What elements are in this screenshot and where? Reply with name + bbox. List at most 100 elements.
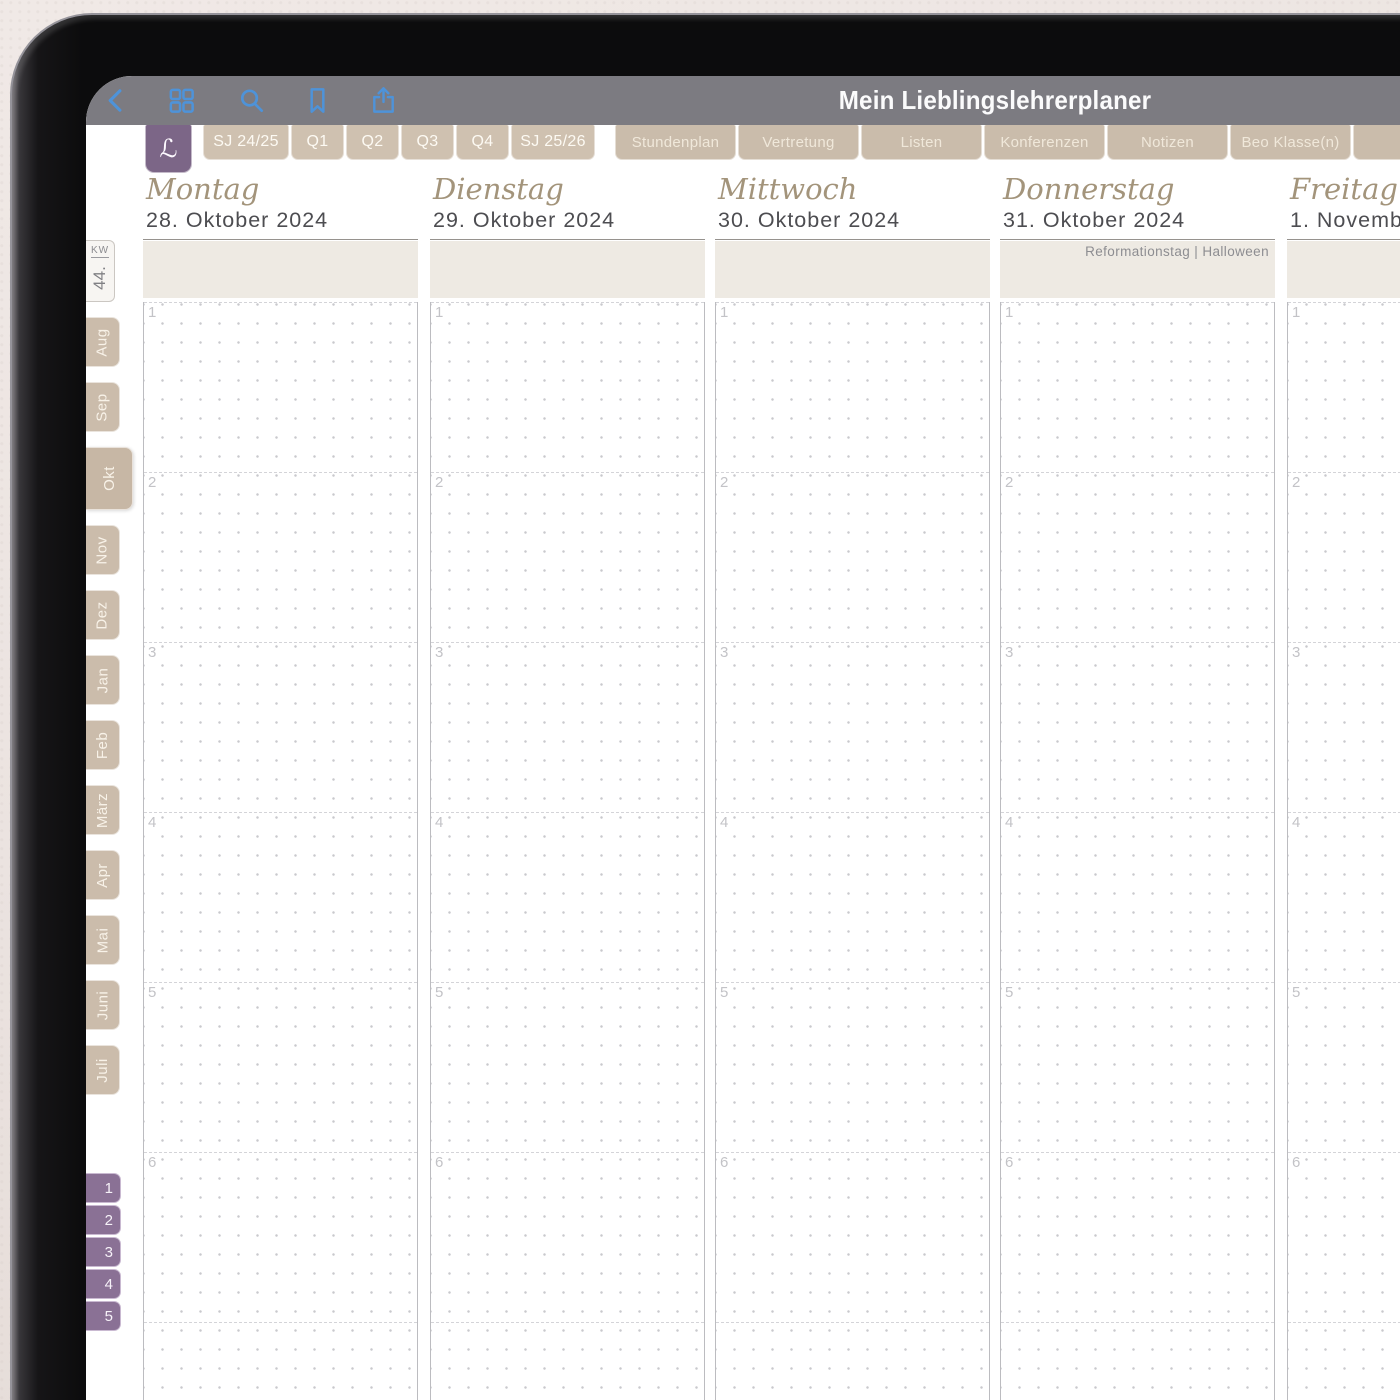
period-section[interactable]: 5 [144, 982, 417, 1152]
period-section[interactable] [1288, 1322, 1400, 1400]
tab-stundenplan[interactable]: Stundenplan [615, 125, 736, 160]
period-section[interactable]: 5 [1001, 982, 1274, 1152]
period-section[interactable]: 2 [431, 472, 704, 642]
lesson-tab-rail: 1 2 3 4 5 [86, 1173, 121, 1331]
period-section[interactable]: 2 [1001, 472, 1274, 642]
period-section[interactable]: 2 [716, 472, 989, 642]
month-tab-juni[interactable]: Juni [86, 980, 120, 1030]
period-section[interactable]: 3 [431, 642, 704, 812]
period-section[interactable]: 5 [716, 982, 989, 1152]
month-tab-jan[interactable]: Jan [86, 655, 120, 705]
tab-konferenzen[interactable]: Konferenzen [984, 125, 1105, 160]
period-section[interactable]: 4 [1001, 812, 1274, 982]
period-section[interactable]: 1 [716, 302, 989, 472]
period-section[interactable]: 1 [144, 302, 417, 472]
tab-sj-25-26[interactable]: SJ 25/26 [511, 125, 595, 160]
holiday-label [1287, 241, 1400, 244]
period-section[interactable]: 3 [1288, 642, 1400, 812]
page-thumbnails-icon[interactable] [166, 85, 197, 116]
day-date: 28. Oktober 2024 [146, 208, 329, 232]
day-writing-grid[interactable]: 1 2 3 4 5 6 [1287, 302, 1400, 1400]
lesson-tab-5[interactable]: 5 [86, 1301, 121, 1331]
tab-listen[interactable]: Listen [861, 125, 982, 160]
back-icon[interactable] [101, 85, 132, 116]
tab-q3[interactable]: Q3 [401, 125, 454, 160]
month-tab-dez[interactable]: Dez [86, 590, 120, 640]
tab-q2[interactable]: Q2 [346, 125, 399, 160]
month-tab-juli[interactable]: Juli [86, 1045, 120, 1095]
month-tab-sep[interactable]: Sep [86, 382, 120, 432]
day-note-box[interactable]: Reformationstag | Halloween [1000, 241, 1275, 298]
period-section[interactable]: 3 [1001, 642, 1274, 812]
period-section[interactable]: 2 [1288, 472, 1400, 642]
day-note-box[interactable] [143, 241, 418, 298]
month-tab-feb[interactable]: Feb [86, 720, 120, 770]
year-tab-group: SJ 24/25 Q1 Q2 Q3 Q4 SJ 25/26 [203, 125, 595, 160]
day-writing-grid[interactable]: 1 2 3 4 5 6 [1000, 302, 1275, 1400]
document-title: Mein Lieblingslehrerplaner [838, 85, 1152, 115]
day-writing-grid[interactable]: 1 2 3 4 5 6 [143, 302, 418, 1400]
period-section[interactable] [431, 1322, 704, 1400]
day-date: 29. Oktober 2024 [433, 208, 616, 232]
tab-vertretung[interactable]: Vertretung [738, 125, 859, 160]
holiday-label [143, 241, 418, 244]
tab-q1[interactable]: Q1 [291, 125, 344, 160]
period-section[interactable]: 1 [431, 302, 704, 472]
day-note-box[interactable] [715, 241, 990, 298]
period-section[interactable]: 5 [431, 982, 704, 1152]
month-tab-okt-active[interactable]: Okt [86, 447, 133, 510]
tab-beo[interactable]: Beo [1353, 125, 1400, 160]
month-tab-maerz[interactable]: März [86, 785, 120, 835]
day-writing-grid[interactable]: 1 2 3 4 5 6 [715, 302, 990, 1400]
bookmark-icon[interactable] [302, 85, 333, 116]
day-note-box[interactable] [1287, 241, 1400, 298]
period-section[interactable]: 6 [1288, 1152, 1400, 1322]
period-section[interactable] [716, 1322, 989, 1400]
day-name: Montag [146, 172, 260, 206]
period-section[interactable]: 4 [431, 812, 704, 982]
month-tab-mai[interactable]: Mai [86, 915, 120, 965]
lesson-tab-4[interactable]: 4 [86, 1269, 121, 1299]
tab-sj-24-25[interactable]: SJ 24/25 [203, 125, 289, 160]
day-name: Freitag [1290, 172, 1398, 206]
day-name: Donnerstag [1003, 172, 1175, 206]
holiday-label [430, 241, 705, 244]
share-icon[interactable] [368, 85, 399, 116]
tab-beo-klassen[interactable]: Beo Klasse(n) [1230, 125, 1351, 160]
period-section[interactable]: 2 [144, 472, 417, 642]
period-section[interactable]: 3 [716, 642, 989, 812]
period-section[interactable]: 3 [144, 642, 417, 812]
header-divider [1000, 239, 1275, 240]
kw-label: KW [90, 245, 110, 258]
period-section[interactable]: 6 [144, 1152, 417, 1322]
tab-notizen[interactable]: Notizen [1107, 125, 1228, 160]
period-section[interactable]: 1 [1001, 302, 1274, 472]
day-writing-grid[interactable]: 1 2 3 4 5 6 [430, 302, 705, 1400]
month-tab-nov[interactable]: Nov [86, 525, 120, 575]
day-column-dienstag: Dienstag 29. Oktober 2024 1 2 3 4 5 6 [430, 162, 705, 1400]
day-name: Dienstag [433, 172, 564, 206]
day-note-box[interactable] [430, 241, 705, 298]
period-section[interactable]: 5 [1288, 982, 1400, 1152]
period-section[interactable]: 4 [1288, 812, 1400, 982]
month-tab-apr[interactable]: Apr [86, 850, 120, 900]
period-section[interactable]: 6 [716, 1152, 989, 1322]
period-section[interactable]: 4 [716, 812, 989, 982]
period-section[interactable]: 1 [1288, 302, 1400, 472]
day-date: 30. Oktober 2024 [718, 208, 901, 232]
lesson-tab-3[interactable]: 3 [86, 1237, 121, 1267]
search-icon[interactable] [236, 85, 267, 116]
period-section[interactable] [1001, 1322, 1274, 1400]
period-section[interactable] [144, 1322, 417, 1400]
day-column-mittwoch: Mittwoch 30. Oktober 2024 1 2 3 4 5 6 [715, 162, 990, 1400]
section-tab-group: Stundenplan Vertretung Listen Konferenze… [615, 125, 1400, 160]
period-section[interactable]: 6 [431, 1152, 704, 1322]
tab-q4[interactable]: Q4 [456, 125, 509, 160]
period-section[interactable]: 6 [1001, 1152, 1274, 1322]
lesson-tab-2[interactable]: 2 [86, 1205, 121, 1235]
header-divider [143, 239, 418, 240]
lesson-tab-1[interactable]: 1 [86, 1173, 121, 1203]
month-tab-aug[interactable]: Aug [86, 317, 120, 367]
period-section[interactable]: 4 [144, 812, 417, 982]
week-number-tab[interactable]: KW 44. [86, 240, 115, 302]
